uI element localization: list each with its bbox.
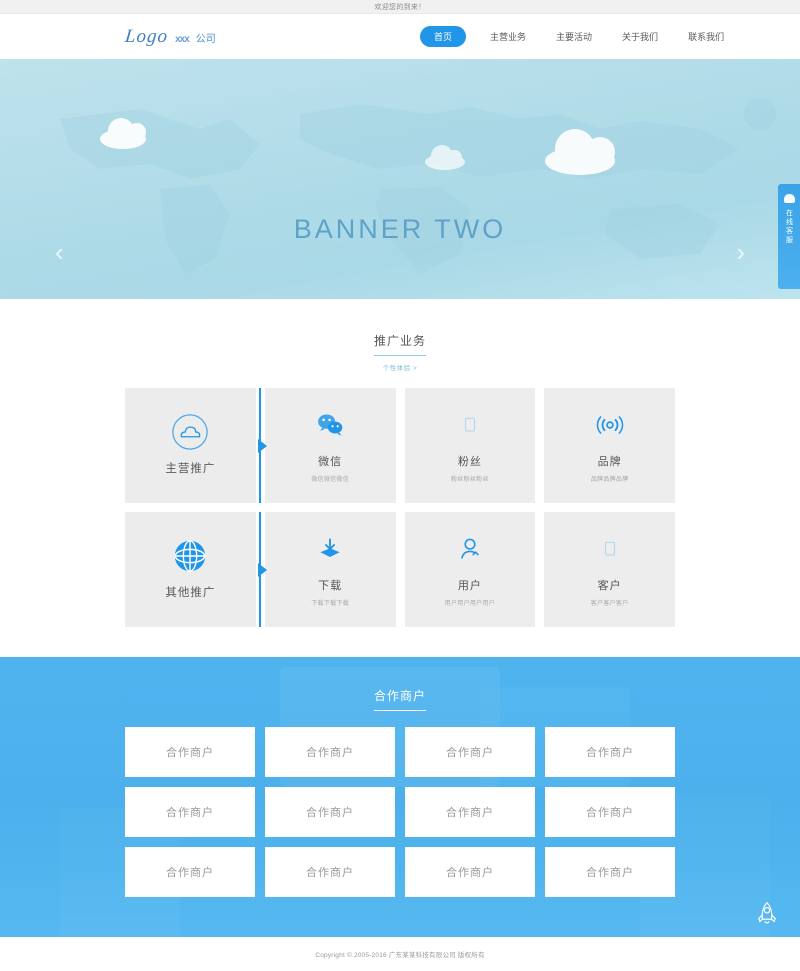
feature-arrow-icon <box>257 562 267 577</box>
partner-card[interactable]: 合作商户 <box>545 847 675 897</box>
download-icon <box>314 532 346 566</box>
partner-card[interactable]: 合作商户 <box>125 847 255 897</box>
partners-title: 合作商户 <box>373 687 426 711</box>
services-card-grid: 主营推广 微信 微信微信微信 粉丝 粉丝粉丝粉丝 品牌 品牌品牌品牌 其他推广 下载 下载下载下载… <box>125 388 675 627</box>
services-section: 推广业务 个性体验 > 主营推广 微信 微信微信微信 粉丝 粉丝粉丝粉丝 品牌 品牌品牌品牌… <box>0 299 800 657</box>
broadcast-icon <box>593 408 627 442</box>
top-welcome-bar: 欢迎您的到来！ <box>0 0 800 14</box>
nav-item-0[interactable]: 首页 <box>420 26 467 47</box>
service-card-subtitle: 品牌品牌品牌 <box>590 477 629 483</box>
nav-item-1[interactable]: 主营业务 <box>484 26 532 47</box>
service-card-7[interactable]: 客户 客户客户客户 <box>544 512 675 627</box>
partner-card[interactable]: 合作商户 <box>125 787 255 837</box>
headset-icon <box>783 194 795 203</box>
partner-card[interactable]: 合作商户 <box>545 787 675 837</box>
service-card-subtitle: 粉丝粉丝粉丝 <box>450 477 489 483</box>
partners-grid: 合作商户 合作商户 合作商户 合作商户 合作商户 合作商户 合作商户 合作商户 合作商户 合作商户… <box>125 727 675 897</box>
partner-card[interactable]: 合作商户 <box>125 727 255 777</box>
cloud-decoration <box>545 129 615 175</box>
banner-title: BANNER TWO <box>293 214 507 244</box>
service-card-title: 其他推广 <box>165 587 216 599</box>
rocket-icon[interactable] <box>752 899 782 929</box>
user-icon <box>454 532 486 566</box>
nav-item-3[interactable]: 关于我们 <box>616 26 664 47</box>
service-card-title: 主营推广 <box>165 463 216 475</box>
banner-next-arrow-icon[interactable]: › <box>736 239 745 265</box>
service-card-title: 粉丝 <box>457 456 482 468</box>
service-card-2[interactable]: 粉丝 粉丝粉丝粉丝 <box>404 388 536 503</box>
feature-arrow-icon <box>257 438 267 453</box>
partner-card[interactable]: 合作商户 <box>405 727 535 777</box>
logo-company-text: 公司 <box>195 33 216 45</box>
logo-xxx-text: xxx <box>175 33 190 45</box>
customer-icon <box>595 532 625 566</box>
copyright-text: Copyright © 2005-2016 广东某某科技有限公司 版权所有 <box>315 952 485 959</box>
partners-section: 合作商户 合作商户 合作商户 合作商户 合作商户 合作商户 合作商户 合作商户 合作商户 合作商… <box>0 657 800 937</box>
logo-script-text: Logo <box>123 25 170 47</box>
service-card-title: 下载 <box>318 580 343 592</box>
service-card-title: 用户 <box>457 580 482 592</box>
partner-card[interactable]: 合作商户 <box>265 787 395 837</box>
online-service-label: 在线客服 <box>785 209 793 245</box>
site-footer: Copyright © 2005-2016 广东某某科技有限公司 版权所有 <box>0 937 800 971</box>
globe-icon <box>171 539 209 573</box>
partner-card[interactable]: 合作商户 <box>545 727 675 777</box>
world-map-background <box>60 98 776 274</box>
partner-card[interactable]: 合作商户 <box>265 847 395 897</box>
service-card-subtitle: 微信微信微信 <box>311 477 350 483</box>
banner-prev-arrow-icon[interactable]: ‹ <box>55 239 64 265</box>
partners-heading-group: 合作商户 <box>0 687 800 711</box>
site-header: Logo xxx 公司 首页 主营业务 主要活动 关于我们 联系我们 <box>0 14 800 59</box>
partner-card[interactable]: 合作商户 <box>405 847 535 897</box>
service-card-title: 客户 <box>597 580 622 592</box>
service-card-1[interactable]: 微信 微信微信微信 <box>264 388 396 503</box>
cloud-decoration <box>425 145 465 170</box>
service-card-subtitle: 客户客户客户 <box>590 601 629 607</box>
service-card-title: 微信 <box>318 456 343 468</box>
service-card-subtitle: 用户用户用户用户 <box>444 601 496 607</box>
wechat-icon <box>313 408 347 442</box>
partner-card[interactable]: 合作商户 <box>265 727 395 777</box>
service-card-0[interactable]: 主营推广 <box>125 388 267 503</box>
cloud-circle-icon <box>171 414 209 450</box>
services-subtitle[interactable]: 个性体验 > <box>0 362 800 372</box>
services-title: 推广业务 <box>373 332 426 356</box>
service-card-title: 品牌 <box>597 456 622 468</box>
service-card-3[interactable]: 品牌 品牌品牌品牌 <box>544 388 675 503</box>
services-heading-group: 推广业务 个性体验 > <box>0 332 800 372</box>
service-card-5[interactable]: 下载 下载下载下载 <box>264 512 396 627</box>
service-card-6[interactable]: 用户 用户用户用户用户 <box>404 512 536 627</box>
partner-card[interactable]: 合作商户 <box>405 787 535 837</box>
nav-item-2[interactable]: 主要活动 <box>550 26 598 47</box>
service-card-subtitle: 下载下载下载 <box>311 601 350 607</box>
site-logo[interactable]: Logo xxx 公司 <box>123 25 216 48</box>
cloud-decoration <box>100 118 146 149</box>
fans-icon <box>455 408 485 442</box>
hero-banner: BANNER TWO ‹ › 在线客服 <box>0 59 800 299</box>
welcome-text: 欢迎您的到来！ <box>374 3 426 11</box>
service-card-4[interactable]: 其他推广 <box>125 512 267 627</box>
main-navigation: 首页 主营业务 主要活动 关于我们 联系我们 <box>420 14 730 59</box>
online-service-tab[interactable]: 在线客服 <box>778 184 800 289</box>
nav-item-4[interactable]: 联系我们 <box>682 26 730 47</box>
